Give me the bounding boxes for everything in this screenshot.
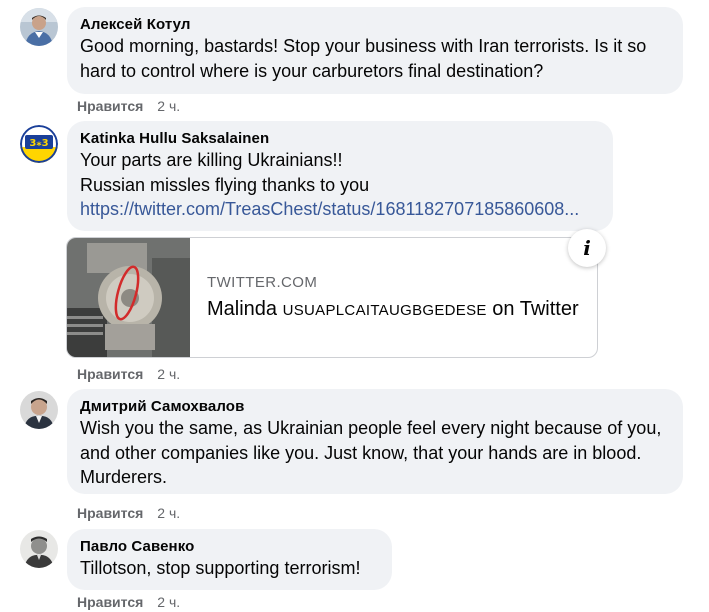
- avatar[interactable]: [20, 530, 58, 568]
- comment-actions: Нравится 2 ч.: [77, 364, 180, 384]
- comment-author[interactable]: Павло Савенко: [80, 537, 380, 556]
- comment-actions: Нравится 2 ч.: [77, 503, 180, 523]
- link-preview-title-prefix: Malinda: [207, 298, 283, 320]
- link-preview-title: Malinda USUAPLCAITAUGBGEDESE on Twitter: [207, 298, 579, 321]
- comment-actions: Нравится 2 ч.: [77, 96, 180, 116]
- like-button[interactable]: Нравится: [77, 98, 143, 114]
- person-photo-icon: [20, 530, 58, 568]
- comment-author[interactable]: Дмитрий Самохвалов: [80, 397, 671, 416]
- link-preview-card[interactable]: TWITTER.COM Malinda USUAPLCAITAUGBGEDESE…: [66, 237, 598, 358]
- comment-bubble: Алексей Котул Good morning, bastards! St…: [67, 7, 683, 94]
- svg-text:3⁎3: 3⁎3: [29, 138, 48, 149]
- comment-link[interactable]: https://twitter.com/TreasChest/status/16…: [80, 197, 601, 222]
- link-preview-title-suffix: on Twitter: [486, 298, 579, 320]
- comment-timestamp[interactable]: 2 ч.: [157, 366, 180, 382]
- person-photo-icon: [20, 391, 58, 429]
- info-glyph: i: [583, 236, 591, 260]
- comment-author[interactable]: Алексей Котул: [80, 15, 671, 34]
- comment-bubble: Дмитрий Самохвалов Wish you the same, as…: [67, 389, 683, 494]
- link-preview-title-caps: USUAPLCAITAUGBGEDESE: [282, 302, 487, 319]
- comment-timestamp[interactable]: 2 ч.: [157, 98, 180, 114]
- link-preview-image: [67, 238, 190, 357]
- comment-timestamp[interactable]: 2 ч.: [157, 594, 180, 610]
- link-preview-domain: TWITTER.COM: [207, 274, 318, 291]
- avatar[interactable]: [20, 391, 58, 429]
- comment-text: Good morning, bastards! Stop your busine…: [80, 36, 647, 81]
- comment-text: Tillotson, stop supporting terrorism!: [80, 558, 361, 578]
- like-button[interactable]: Нравится: [77, 594, 143, 610]
- info-icon[interactable]: i: [568, 229, 606, 267]
- comment-text: Wish you the same, as Ukrainian people f…: [80, 418, 662, 487]
- like-button[interactable]: Нравится: [77, 505, 143, 521]
- comment-bubble: Павло Савенко Tillotson, stop supporting…: [67, 529, 392, 590]
- comment-bubble: Katinka Hullu Saksalainen Your parts are…: [67, 121, 613, 231]
- comment-actions: Нравится 2 ч.: [77, 592, 180, 612]
- person-photo-icon: [20, 8, 58, 46]
- comment-text: Your parts are killing Ukrainians!! Russ…: [80, 150, 370, 195]
- avatar[interactable]: [20, 8, 58, 46]
- eu-ukraine-flag-badge-icon: 3⁎3: [20, 125, 58, 163]
- comment-timestamp[interactable]: 2 ч.: [157, 505, 180, 521]
- comment-author[interactable]: Katinka Hullu Saksalainen: [80, 129, 601, 148]
- like-button[interactable]: Нравится: [77, 366, 143, 382]
- avatar[interactable]: 3⁎3: [20, 125, 58, 163]
